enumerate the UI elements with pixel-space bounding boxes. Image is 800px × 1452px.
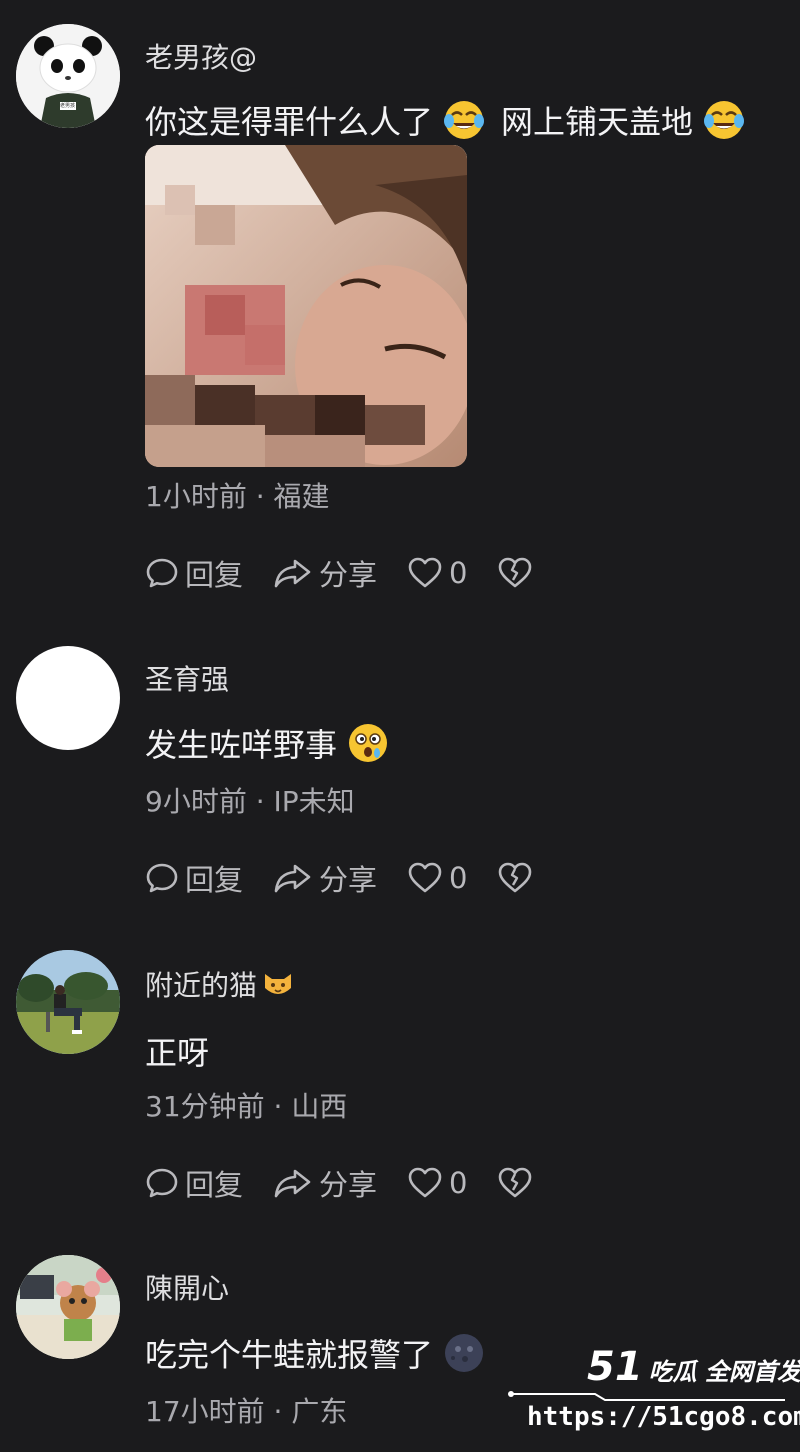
avatar[interactable]	[16, 1255, 120, 1359]
heart-icon	[408, 862, 442, 893]
time-location: 9小时前 · IP未知	[145, 785, 355, 818]
username-text: 附近的猫	[145, 969, 258, 1002]
watermark-logo: 51 吃瓜 全网首发	[587, 1344, 800, 1390]
heart-icon	[408, 1167, 442, 1198]
share-icon	[274, 864, 311, 893]
dislike-button[interactable]	[497, 861, 533, 895]
comment-text: 正呀	[145, 1028, 209, 1074]
reply-button[interactable]: 回复	[145, 552, 243, 594]
username[interactable]: 圣育强	[145, 658, 229, 698]
reply-label: 回复	[185, 1168, 244, 1202]
comment-text: 发生咗咩野事	[145, 720, 389, 766]
username[interactable]: 陳開心	[145, 1267, 229, 1307]
heart-icon	[408, 557, 442, 588]
share-icon	[274, 1169, 311, 1198]
share-label: 分享	[319, 863, 378, 897]
avatar[interactable]	[16, 646, 120, 750]
comment-text-part1: 吃完个牛蛙就报警了	[145, 1336, 434, 1374]
avatar-badge: 老男孩	[60, 103, 76, 109]
comment-text-part1: 你这是得罪什么人了	[145, 103, 434, 141]
like-count: 0	[449, 556, 468, 590]
action-bar: 回复 分享 0	[145, 858, 563, 898]
action-bar: 回复 分享 0	[145, 553, 563, 593]
like-button[interactable]: 0	[407, 1166, 467, 1200]
broken-heart-icon	[499, 557, 532, 588]
username[interactable]: 老男孩@	[145, 36, 257, 76]
reply-icon	[146, 863, 178, 893]
dizzy-face-emoji	[349, 724, 388, 762]
like-button[interactable]: 0	[407, 861, 467, 895]
share-button[interactable]: 分享	[273, 1162, 377, 1204]
like-count: 0	[449, 1166, 468, 1200]
share-button[interactable]: 分享	[273, 857, 377, 899]
watermark-url: https://51cgo8.com	[527, 1402, 800, 1432]
share-button[interactable]: 分享	[273, 552, 377, 594]
reply-button[interactable]: 回复	[145, 1162, 243, 1204]
comment-text: 吃完个牛蛙就报警了	[145, 1330, 485, 1376]
reply-button[interactable]: 回复	[145, 857, 243, 899]
watermark: 51 吃瓜 全网首发 https://51cgo8.com	[505, 1340, 800, 1452]
reply-label: 回复	[185, 863, 244, 897]
watermark-slogan: 吃瓜 全网首发	[648, 1358, 800, 1386]
comment-text-part1: 正呀	[145, 1034, 210, 1072]
time-location: 17小时前 · 广东	[145, 1395, 348, 1428]
share-label: 分享	[319, 558, 378, 592]
share-icon	[274, 559, 311, 588]
comment-text-part2: 网上铺天盖地	[501, 103, 694, 141]
reply-label: 回复	[185, 558, 244, 592]
reply-icon	[146, 558, 178, 588]
like-count: 0	[449, 861, 468, 895]
broken-heart-icon	[499, 862, 532, 893]
comment-text: 你这是得罪什么人了 网上铺天盖地	[145, 97, 745, 143]
share-label: 分享	[319, 1168, 378, 1202]
crying-laughing-emoji	[704, 101, 745, 139]
cat-face-emoji	[265, 974, 292, 994]
crying-laughing-emoji	[444, 101, 485, 139]
dislike-button[interactable]	[497, 1166, 533, 1200]
dislike-button[interactable]	[497, 556, 533, 590]
comment-photo[interactable]	[145, 145, 467, 467]
avatar[interactable]	[16, 950, 120, 1054]
like-button[interactable]: 0	[407, 556, 467, 590]
username[interactable]: 附近的猫	[145, 964, 295, 1004]
action-bar: 回复 分享 0	[145, 1163, 563, 1203]
avatar[interactable]: 老男孩	[16, 24, 120, 128]
comment-text-part1: 发生咗咩野事	[145, 726, 338, 764]
reply-icon	[146, 1168, 178, 1198]
time-location: 1小时前 · 福建	[145, 480, 330, 513]
watermark-brand: 51	[587, 1344, 643, 1390]
broken-heart-icon	[499, 1167, 532, 1198]
new-moon-face-emoji	[445, 1334, 484, 1372]
time-location: 31分钟前 · 山西	[145, 1090, 348, 1123]
